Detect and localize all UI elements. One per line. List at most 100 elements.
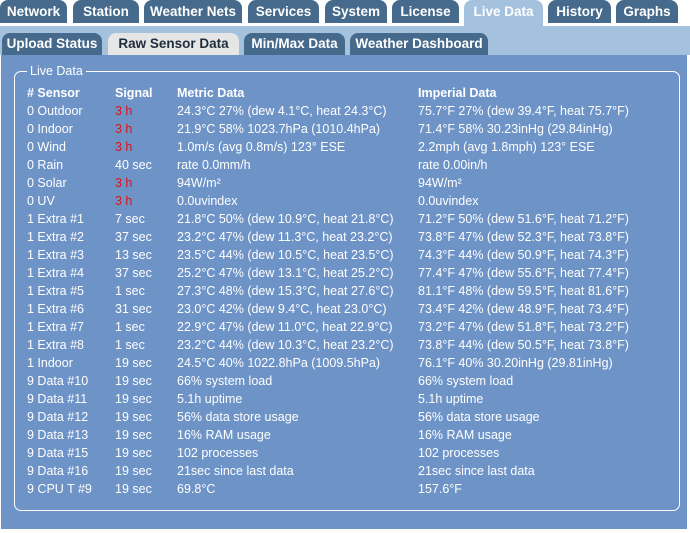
cell-signal: 7 sec: [115, 212, 145, 226]
cell-signal: 19 sec: [115, 464, 152, 478]
cell-imperial-data: 73.2°F 47% (dew 51.8°F, heat 73.2°F): [418, 320, 629, 334]
subtab-min-max-data[interactable]: Min/Max Data: [244, 33, 345, 55]
cell-metric-data: 5.1h uptime: [177, 392, 243, 406]
cell-imperial-data: 21sec since last data: [418, 464, 535, 478]
cell-metric-data: 24.5°C 40% 1022.8hPa (1009.5hPa): [177, 356, 381, 370]
cell-metric-data: 21sec since last data: [177, 464, 294, 478]
cell-sensor: 9 Data #16: [27, 464, 89, 478]
cell-metric-data: 0.0uvindex: [177, 194, 238, 208]
cell-sensor: 0 Solar: [27, 176, 67, 190]
cell-metric-data: 21.8°C 50% (dew 10.9°C, heat 21.8°C): [177, 212, 394, 226]
cell-imperial-data: 75.7°F 27% (dew 39.4°F, heat 75.7°F): [418, 104, 629, 118]
tab-graphs[interactable]: Graphs: [616, 0, 678, 23]
cell-signal: 31 sec: [115, 302, 152, 316]
cell-sensor: 1 Extra #1: [27, 212, 84, 226]
subtab-weather-dashboard[interactable]: Weather Dashboard: [350, 33, 488, 55]
cell-signal: 19 sec: [115, 356, 152, 370]
subtab-upload-status[interactable]: Upload Status: [2, 33, 102, 55]
cell-metric-data: 66% system load: [177, 374, 273, 388]
cell-signal: 37 sec: [115, 266, 152, 280]
cell-signal: 1 sec: [115, 320, 145, 334]
header-imperial-data: Imperial Data: [418, 86, 497, 100]
tab-services[interactable]: Services: [248, 0, 319, 23]
cell-signal: 40 sec: [115, 158, 152, 172]
tab-weather-nets[interactable]: Weather Nets: [144, 0, 242, 23]
cell-signal: 19 sec: [115, 410, 152, 424]
cell-imperial-data: 73.8°F 47% (dew 52.3°F, heat 73.8°F): [418, 230, 629, 244]
header-metric-data: Metric Data: [177, 86, 245, 100]
cell-metric-data: 27.3°C 48% (dew 15.3°C, heat 27.6°C): [177, 284, 394, 298]
cell-imperial-data: 66% system load: [418, 374, 514, 388]
cell-imperial-data: 102 processes: [418, 446, 500, 460]
cell-metric-data: 23.2°C 47% (dew 11.3°C, heat 23.2°C): [177, 230, 393, 244]
live-data-legend: Live Data: [27, 63, 86, 79]
cell-metric-data: 21.9°C 58% 1023.7hPa (1010.4hPa): [177, 122, 381, 136]
cell-imperial-data: 5.1h uptime: [418, 392, 484, 406]
cell-imperial-data: 81.1°F 48% (dew 59.5°F, heat 81.6°F): [418, 284, 629, 298]
cell-sensor: 9 Data #11: [27, 392, 88, 406]
cell-metric-data: 25.2°C 47% (dew 13.1°C, heat 25.2°C): [177, 266, 394, 280]
cell-signal: 3 h: [115, 194, 133, 208]
sub-tab-bar: Upload Status Raw Sensor Data Min/Max Da…: [0, 26, 690, 55]
main-tab-bar: Network Station Weather Nets Services Sy…: [0, 0, 690, 26]
cell-imperial-data: 76.1°F 40% 30.20inHg (29.81inHg): [418, 356, 613, 370]
cell-sensor: 1 Extra #8: [27, 338, 84, 352]
cell-signal: 19 sec: [115, 428, 152, 442]
cell-metric-data: rate 0.0mm/h: [177, 158, 251, 172]
tab-history[interactable]: History: [548, 0, 611, 23]
cell-signal: 19 sec: [115, 446, 152, 460]
cell-imperial-data: 94W/m²: [418, 176, 462, 190]
cell-metric-data: 102 processes: [177, 446, 259, 460]
subtab-raw-sensor-data[interactable]: Raw Sensor Data: [108, 33, 239, 55]
cell-metric-data: 22.9°C 47% (dew 11.0°C, heat 22.9°C): [177, 320, 393, 334]
cell-signal: 1 sec: [115, 284, 145, 298]
header-sensor: # Sensor: [27, 86, 80, 100]
tab-station[interactable]: Station: [73, 0, 139, 23]
cell-imperial-data: 77.4°F 47% (dew 55.6°F, heat 77.4°F): [418, 266, 629, 280]
tab-network[interactable]: Network: [0, 0, 67, 23]
cell-sensor: 1 Extra #7: [27, 320, 84, 334]
cell-signal: 19 sec: [115, 374, 152, 388]
cell-metric-data: 1.0m/s (avg 0.8m/s) 123° ESE: [177, 140, 346, 154]
cell-sensor: 9 Data #13: [27, 428, 89, 442]
cell-imperial-data: 157.6°F: [418, 482, 462, 496]
cell-sensor: 9 Data #15: [27, 446, 89, 460]
cell-imperial-data: 71.4°F 58% 30.23inHg (29.84inHg): [418, 122, 613, 136]
cell-metric-data: 69.8°C: [177, 482, 216, 496]
cell-signal: 3 h: [115, 176, 133, 190]
live-data-panel: Live Data # Sensor Signal Metric Data Im…: [1, 55, 687, 529]
cell-signal: 19 sec: [115, 482, 152, 496]
cell-sensor: 0 Outdoor: [27, 104, 83, 118]
cell-signal: 3 h: [115, 104, 133, 118]
cell-signal: 19 sec: [115, 392, 152, 406]
cell-metric-data: 23.5°C 44% (dew 10.5°C, heat 23.5°C): [177, 248, 394, 262]
cell-sensor: 1 Extra #6: [27, 302, 84, 316]
content-area: Live Data # Sensor Signal Metric Data Im…: [0, 55, 690, 533]
cell-imperial-data: 73.8°F 44% (dew 50.5°F, heat 73.8°F): [418, 338, 629, 352]
cell-sensor: 9 Data #12: [27, 410, 89, 424]
cell-metric-data: 24.3°C 27% (dew 4.1°C, heat 24.3°C): [177, 104, 387, 118]
header-signal: Signal: [115, 86, 153, 100]
cell-imperial-data: 0.0uvindex: [418, 194, 479, 208]
cell-imperial-data: rate 0.00in/h: [418, 158, 488, 172]
cell-imperial-data: 56% data store usage: [418, 410, 540, 424]
cell-signal: 3 h: [115, 140, 133, 154]
cell-metric-data: 16% RAM usage: [177, 428, 271, 442]
cell-sensor: 1 Extra #4: [27, 266, 84, 280]
cell-signal: 37 sec: [115, 230, 152, 244]
cell-sensor: 9 Data #10: [27, 374, 89, 388]
cell-metric-data: 23.0°C 42% (dew 9.4°C, heat 23.0°C): [177, 302, 387, 316]
cell-sensor: 0 UV: [27, 194, 55, 208]
cell-signal: 1 sec: [115, 338, 145, 352]
cell-sensor: 0 Wind: [27, 140, 66, 154]
cell-sensor: 1 Indoor: [27, 356, 73, 370]
tab-license[interactable]: License: [392, 0, 459, 23]
tab-system[interactable]: System: [325, 0, 387, 23]
cell-signal: 13 sec: [115, 248, 152, 262]
tab-live-data[interactable]: Live Data: [464, 0, 543, 26]
cell-sensor: 1 Extra #5: [27, 284, 84, 298]
cell-imperial-data: 73.4°F 42% (dew 48.9°F, heat 73.4°F): [418, 302, 629, 316]
cell-signal: 3 h: [115, 122, 133, 136]
cell-imperial-data: 74.3°F 44% (dew 50.9°F, heat 74.3°F): [418, 248, 629, 262]
cell-sensor: 0 Indoor: [27, 122, 73, 136]
